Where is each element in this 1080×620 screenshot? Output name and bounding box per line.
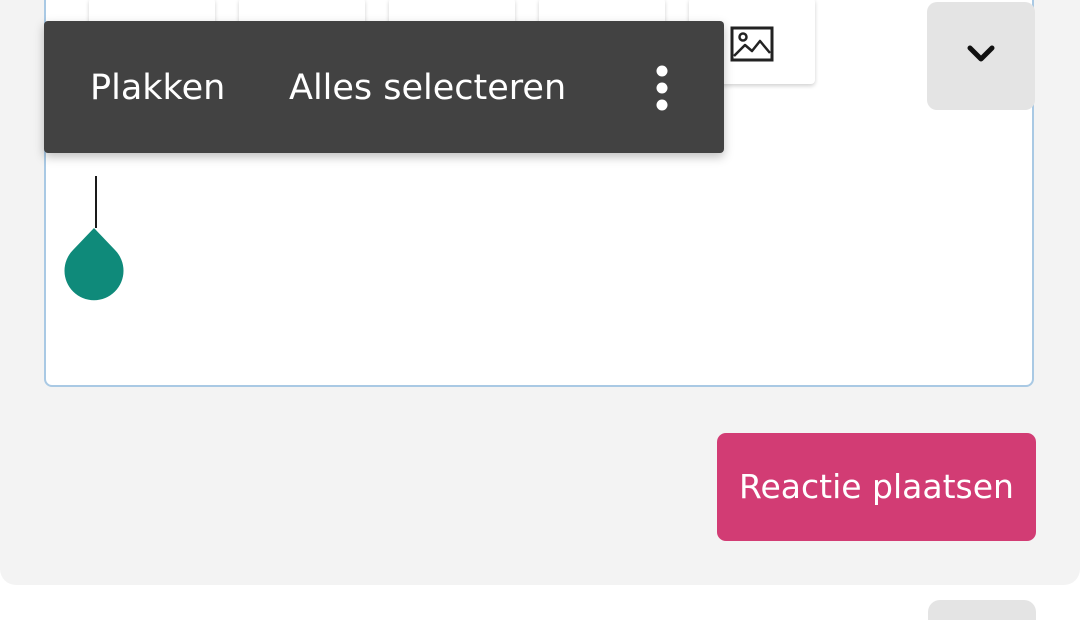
text-context-menu: Plakken Alles selecteren (44, 21, 724, 153)
text-caret (95, 176, 97, 228)
next-section-edge (928, 600, 1036, 620)
expand-toolbar-button[interactable] (927, 2, 1035, 110)
more-options-button[interactable] (640, 57, 684, 117)
more-vertical-icon (656, 65, 668, 111)
paste-menu-item[interactable]: Plakken (90, 67, 225, 109)
selection-handle[interactable] (63, 226, 125, 302)
chevron-down-icon (967, 45, 995, 62)
select-all-menu-item[interactable]: Alles selecteren (289, 67, 566, 109)
post-comment-button[interactable]: Reactie plaatsen (717, 433, 1036, 541)
image-icon (730, 26, 774, 62)
